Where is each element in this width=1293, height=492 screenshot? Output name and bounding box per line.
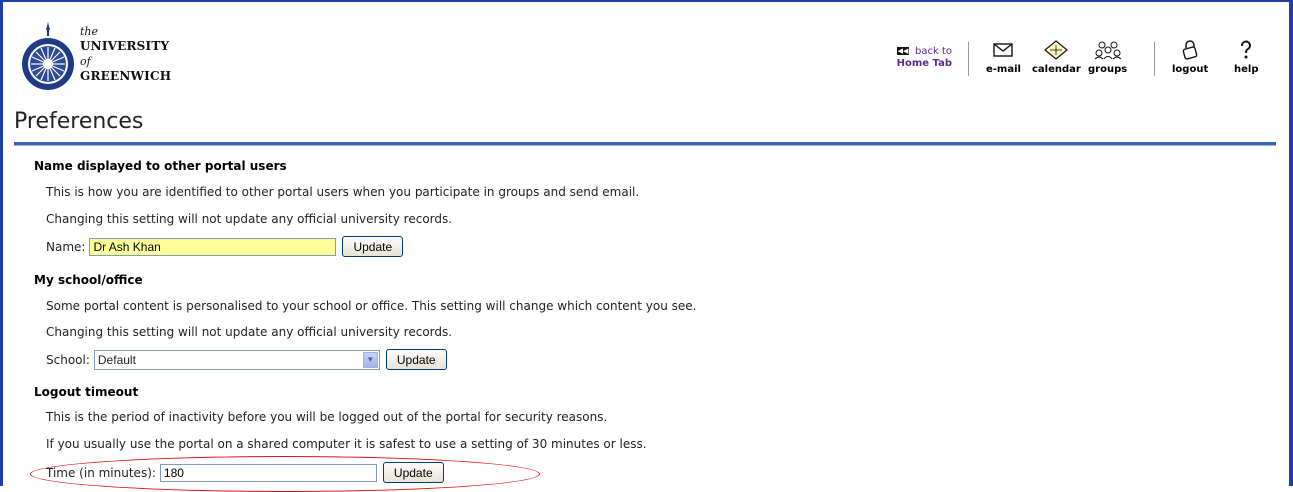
logout-button[interactable]: logout [1172,40,1208,75]
envelope-icon [993,43,1014,57]
logo-text-of: of [80,55,91,68]
logo-text-greenwich: GREENWICH [80,69,172,83]
help-label: help [1234,64,1259,75]
name-section-description-2: Changing this setting will not update an… [46,212,453,226]
logo-text-the: the [80,25,99,38]
toolbar-divider [1154,42,1155,76]
name-update-button[interactable]: Update [342,236,404,257]
email-label: e-mail [986,64,1021,75]
padlock-icon [1182,40,1198,60]
timeout-section-heading: Logout timeout [34,385,139,399]
window-frame-top [0,0,1293,2]
toolbar-divider [968,42,969,76]
back-link-line1: back to [915,46,952,57]
back-link-line2: Home Tab [896,58,952,69]
school-select[interactable]: Default ▼ [93,349,380,370]
school-section-description-2: Changing this setting will not update an… [46,325,453,339]
email-button[interactable]: e-mail [986,40,1021,75]
timeout-section-description-1: This is the period of inactivity before … [46,410,608,424]
school-form-row: School: Default ▼ Update [46,349,447,370]
school-update-button[interactable]: Update [385,349,447,370]
school-section-heading: My school/office [34,273,143,287]
timeout-section-description-2: If you usually use the portal on a share… [46,437,647,451]
school-label: School: [46,352,90,367]
calendar-button[interactable]: calendar [1032,40,1081,75]
calendar-icon [1044,40,1069,60]
school-select-value: Default [97,352,136,367]
school-section-description-1: Some portal content is personalised to y… [46,299,697,313]
name-section-description-1: This is how you are identified to other … [46,185,640,199]
groups-icon [1094,41,1121,60]
groups-label: groups [1088,64,1128,75]
help-button[interactable]: help [1234,40,1259,75]
highlight-annotation-oval [30,456,540,492]
name-form-row: Name: Update [46,236,404,257]
name-section-heading: Name displayed to other portal users [34,159,287,173]
chevron-down-icon[interactable]: ▼ [362,351,378,368]
university-logo: the UNIVERSITY of GREENWICH [20,20,172,100]
calendar-label: calendar [1032,64,1081,75]
name-input[interactable] [89,237,337,256]
logo-text-university: UNIVERSITY [80,39,170,53]
back-to-home-link[interactable]: ◀◀ back to Home Tab [882,46,952,70]
groups-button[interactable]: groups [1088,40,1127,75]
rewind-icon: ◀◀ [897,47,910,55]
university-seal-icon [22,22,74,90]
title-divider-light [14,145,1276,146]
question-mark-icon [1241,40,1252,59]
logout-label: logout [1172,64,1209,75]
window-frame-left [0,0,3,486]
page-title: Preferences [14,109,144,134]
name-label: Name: [46,239,86,254]
window-frame-right [1289,0,1293,486]
